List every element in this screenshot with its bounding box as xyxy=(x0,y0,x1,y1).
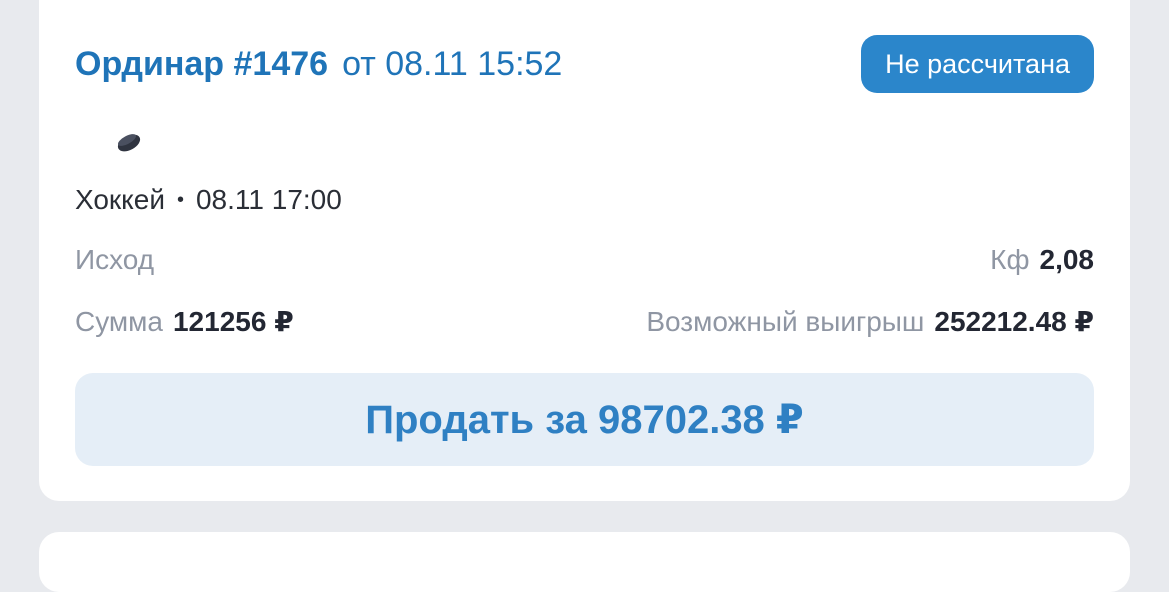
possible-win: Возможный выигрыш 252212.48 ₽ xyxy=(646,305,1094,338)
next-bet-card xyxy=(39,532,1130,592)
bet-date: от 08.11 15:52 xyxy=(342,44,563,83)
coefficient-value: 2,08 xyxy=(1039,244,1095,275)
stake-label: Сумма xyxy=(75,305,163,337)
bet-card: Ординар #1476 от 08.11 15:52 Не рассчита… xyxy=(39,0,1130,501)
outcome-label: Исход xyxy=(75,244,155,275)
event-separator: • xyxy=(176,188,184,211)
event-info: Хоккей • 08.11 17:00 xyxy=(75,178,1094,222)
sell-button[interactable]: Продать за 98702.38 ₽ xyxy=(75,373,1094,466)
hockey-puck-icon xyxy=(117,134,141,152)
bet-header: Ординар #1476 от 08.11 15:52 Не рассчита… xyxy=(75,34,1094,94)
outcome-row: Исход Кф 2,08 xyxy=(75,238,1094,282)
stake-value: 121256 ₽ xyxy=(172,305,294,337)
coefficient-label: Кф xyxy=(990,244,1030,275)
possible-win-value: 252212.48 ₽ xyxy=(934,305,1094,337)
bet-title: Ординар #1476 от 08.11 15:52 xyxy=(75,45,562,84)
event-time: 08.11 17:00 xyxy=(195,184,342,215)
event-sport: Хоккей xyxy=(75,184,165,215)
bet-type-number: Ординар #1476 xyxy=(75,44,329,83)
coefficient: Кф 2,08 xyxy=(990,244,1094,276)
status-badge: Не рассчитана xyxy=(861,35,1094,93)
sum-row: Сумма 121256 ₽ Возможный выигрыш 252212.48… xyxy=(75,299,1094,343)
stake: Сумма 121256 ₽ xyxy=(75,305,294,338)
possible-win-label: Возможный выигрыш xyxy=(646,305,925,337)
